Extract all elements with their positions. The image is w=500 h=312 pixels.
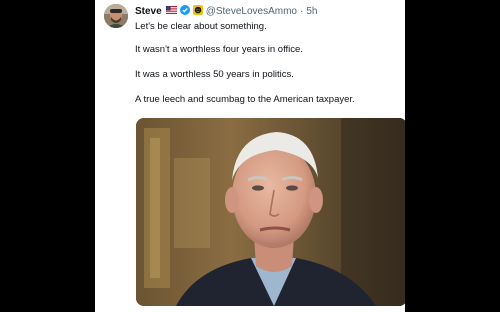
tweet-line: It was a worthless 50 years in politics. — [135, 69, 294, 80]
tweet-header: Steve @SteveLovesAmmo · 5h — [135, 4, 317, 20]
display-name[interactable]: Steve — [135, 5, 162, 19]
avatar[interactable] — [104, 4, 128, 28]
us-flag-icon — [165, 5, 177, 19]
tweet-line: A true leech and scumbag to the American… — [135, 94, 355, 105]
tweet-line: It wasn't a worthless four years in offi… — [135, 44, 303, 55]
handle[interactable]: @SteveLovesAmmo — [206, 5, 297, 19]
tweet-line: Let's be clear about something. — [135, 21, 267, 32]
smiley-badge-icon — [192, 4, 203, 20]
verified-badge-icon — [179, 4, 190, 20]
avatar-image — [104, 4, 128, 28]
separator-dot: · — [300, 6, 304, 17]
tweet-photo[interactable] — [136, 118, 405, 306]
timestamp[interactable]: 5h — [306, 5, 317, 19]
tweet-card[interactable]: Steve @SteveLovesAmmo · 5h Let's be clea… — [95, 0, 405, 312]
tweet-text: Let's be clear about something. It wasn'… — [135, 20, 400, 106]
photo-image — [136, 118, 405, 306]
